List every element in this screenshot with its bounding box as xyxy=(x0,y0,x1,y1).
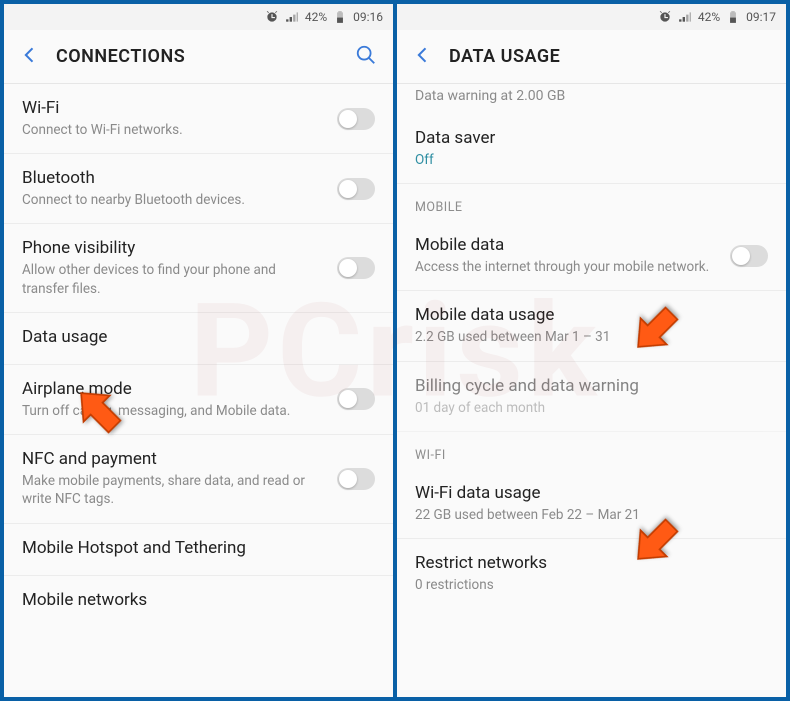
row-subtitle: Make mobile payments, share data, and re… xyxy=(22,472,325,508)
row-title: Mobile Hotspot and Tethering xyxy=(22,538,375,558)
row-subtitle: 22 GB used between Feb 22 – Mar 21 xyxy=(415,506,768,524)
data-warning-subtitle: Data warning at 2.00 GB xyxy=(397,84,786,114)
row-hotspot[interactable]: Mobile Hotspot and Tethering xyxy=(4,524,393,576)
wifi-toggle[interactable] xyxy=(337,108,375,130)
row-subtitle: 0 restrictions xyxy=(415,576,768,594)
row-airplane-mode[interactable]: Airplane mode Turn off calling, messagin… xyxy=(4,365,393,435)
row-title: Data usage xyxy=(22,327,375,347)
row-data-usage[interactable]: Data usage xyxy=(4,313,393,365)
settings-list: Wi-Fi Connect to Wi-Fi networks. Bluetoo… xyxy=(4,84,393,697)
row-title: Wi-Fi xyxy=(22,98,325,118)
bluetooth-toggle[interactable] xyxy=(337,178,375,200)
row-title: Bluetooth xyxy=(22,168,325,188)
row-bluetooth[interactable]: Bluetooth Connect to nearby Bluetooth de… xyxy=(4,154,393,224)
row-subtitle: 01 day of each month xyxy=(415,399,768,417)
row-data-saver[interactable]: Data saver Off xyxy=(397,114,786,184)
row-title: Mobile networks xyxy=(22,590,375,610)
section-mobile: MOBILE xyxy=(397,184,786,221)
row-wifi-data-usage[interactable]: Wi-Fi data usage 22 GB used between Feb … xyxy=(397,469,786,539)
row-restrict-networks[interactable]: Restrict networks 0 restrictions xyxy=(397,539,786,608)
row-title: Airplane mode xyxy=(22,379,325,399)
phone-visibility-toggle[interactable] xyxy=(337,257,375,279)
row-billing-cycle[interactable]: Billing cycle and data warning 01 day of… xyxy=(397,362,786,432)
section-wifi: WI-FI xyxy=(397,432,786,469)
battery-icon xyxy=(726,10,740,24)
status-bar: 42% 09:17 xyxy=(397,4,786,30)
signal-icon xyxy=(285,10,299,24)
back-icon[interactable] xyxy=(20,45,40,69)
status-bar: 42% 09:16 xyxy=(4,4,393,30)
battery-percent: 42% xyxy=(698,10,720,24)
left-screenshot: 42% 09:16 CONNECTIONS Wi-Fi Connect to W… xyxy=(4,4,393,697)
row-subtitle: 2.2 GB used between Mar 1 – 31 xyxy=(415,328,768,346)
search-icon[interactable] xyxy=(355,44,377,70)
row-title: Restrict networks xyxy=(415,553,768,573)
header: DATA USAGE xyxy=(397,30,786,84)
row-subtitle: Connect to nearby Bluetooth devices. xyxy=(22,191,325,209)
row-wifi[interactable]: Wi-Fi Connect to Wi-Fi networks. xyxy=(4,84,393,154)
page-title: DATA USAGE xyxy=(449,46,770,67)
row-title: Billing cycle and data warning xyxy=(415,376,768,396)
signal-icon xyxy=(678,10,692,24)
clock: 09:17 xyxy=(746,10,776,24)
row-title: Mobile data usage xyxy=(415,305,768,325)
nfc-toggle[interactable] xyxy=(337,468,375,490)
row-nfc[interactable]: NFC and payment Make mobile payments, sh… xyxy=(4,435,393,523)
battery-percent: 42% xyxy=(305,10,327,24)
page-title: CONNECTIONS xyxy=(56,46,339,67)
clock: 09:16 xyxy=(353,10,383,24)
row-title: NFC and payment xyxy=(22,449,325,469)
row-subtitle: Allow other devices to find your phone a… xyxy=(22,261,325,297)
battery-icon xyxy=(333,10,347,24)
alarm-icon xyxy=(658,10,672,24)
row-phone-visibility[interactable]: Phone visibility Allow other devices to … xyxy=(4,224,393,312)
alarm-icon xyxy=(265,10,279,24)
row-mobile-networks[interactable]: Mobile networks xyxy=(4,576,393,627)
row-title: Data saver xyxy=(415,128,768,148)
data-usage-list: Data warning at 2.00 GB Data saver Off M… xyxy=(397,84,786,697)
row-mobile-data[interactable]: Mobile data Access the internet through … xyxy=(397,221,786,291)
mobile-data-toggle[interactable] xyxy=(730,245,768,267)
airplane-toggle[interactable] xyxy=(337,388,375,410)
row-title: Mobile data xyxy=(415,235,718,255)
back-icon[interactable] xyxy=(413,45,433,69)
row-subtitle: Connect to Wi-Fi networks. xyxy=(22,121,325,139)
right-screenshot: 42% 09:17 DATA USAGE Data warning at 2.0… xyxy=(393,4,786,697)
header: CONNECTIONS xyxy=(4,30,393,84)
row-subtitle: Off xyxy=(415,151,768,169)
row-subtitle: Turn off calling, messaging, and Mobile … xyxy=(22,402,325,420)
row-mobile-data-usage[interactable]: Mobile data usage 2.2 GB used between Ma… xyxy=(397,291,786,361)
row-subtitle: Access the internet through your mobile … xyxy=(415,258,718,276)
row-title: Wi-Fi data usage xyxy=(415,483,768,503)
row-title: Phone visibility xyxy=(22,238,325,258)
